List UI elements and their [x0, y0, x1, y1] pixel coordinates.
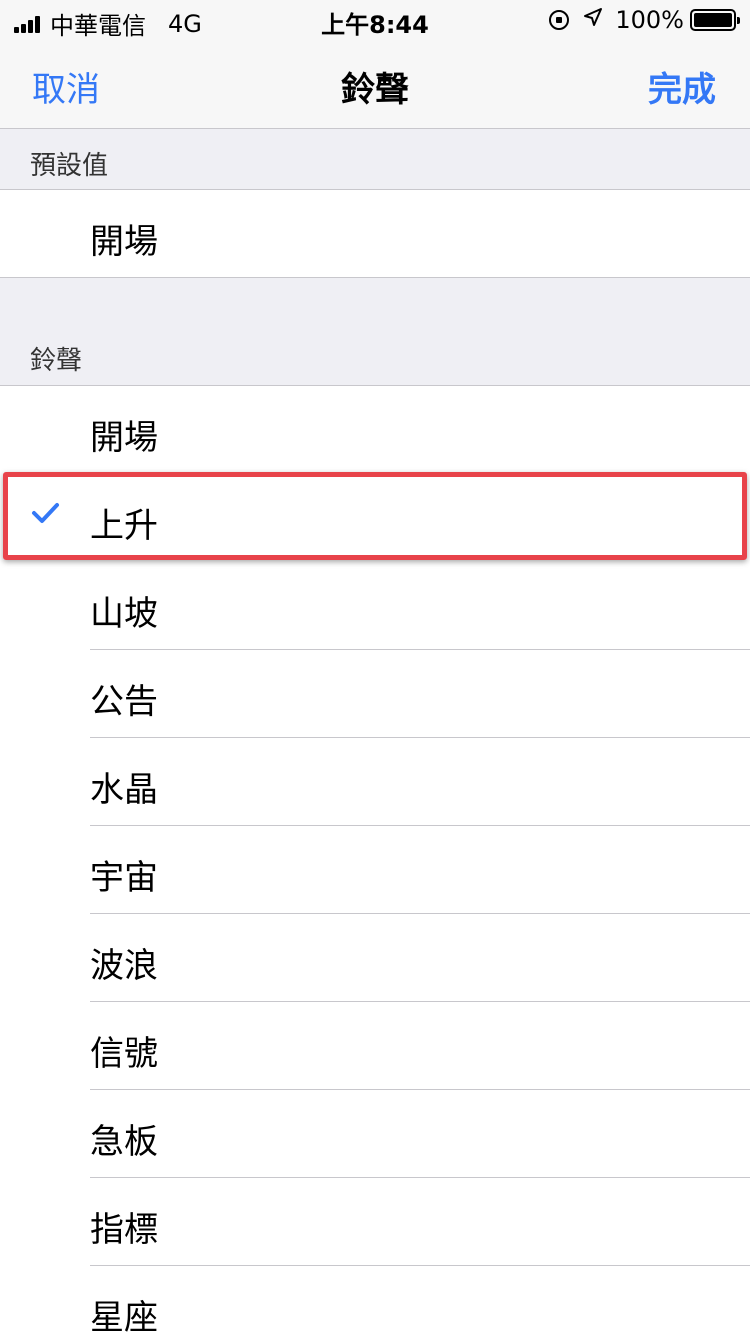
list-item[interactable]: 宇宙 [0, 826, 750, 914]
section-header-default: 預設值 [0, 129, 750, 190]
list-item[interactable]: 波浪 [0, 914, 750, 1002]
list-item-label: 開場 [90, 222, 158, 262]
page-title: 鈴聲 [341, 70, 409, 110]
section-header-label: 預設值 [30, 151, 109, 181]
list-item[interactable]: 公告 [0, 650, 750, 738]
list-item-label: 公告 [90, 682, 158, 722]
list-item[interactable]: 星座 [0, 1266, 750, 1338]
section-header-ringtones: 鈴聲 [0, 277, 750, 386]
list-item[interactable]: 指標 [0, 1178, 750, 1266]
navigation-bar: 取消 鈴聲 完成 [0, 40, 750, 129]
list-item[interactable]: 信號 [0, 1002, 750, 1090]
status-right: 100% [549, 6, 740, 34]
list-item-label: 宇宙 [90, 858, 158, 898]
list-item-label: 開場 [90, 418, 158, 458]
battery-percent: 100% [615, 6, 684, 34]
status-bar: 中華電信 4G 上午8:44 100% [0, 0, 750, 40]
list-item[interactable]: 開場 [0, 386, 750, 474]
list-item-default-opening[interactable]: 開場 [0, 190, 750, 278]
list-item-label: 指標 [90, 1210, 158, 1250]
list-item-label: 水晶 [90, 770, 158, 810]
list-item-label: 星座 [90, 1298, 158, 1338]
list-item-label: 急板 [90, 1122, 158, 1162]
list-item-label: 波浪 [90, 946, 158, 986]
done-button[interactable]: 完成 [648, 62, 716, 111]
section-header-label: 鈴聲 [30, 346, 83, 376]
list-item[interactable]: 水晶 [0, 738, 750, 826]
location-icon [583, 7, 603, 33]
selection-highlight-box [3, 472, 747, 560]
list-item[interactable]: 山坡 [0, 562, 750, 650]
list-item-label: 山坡 [90, 594, 158, 634]
battery-icon [690, 9, 740, 31]
orientation-lock-icon [549, 10, 570, 30]
list-item-label: 信號 [90, 1034, 158, 1074]
list-item[interactable]: 急板 [0, 1090, 750, 1178]
